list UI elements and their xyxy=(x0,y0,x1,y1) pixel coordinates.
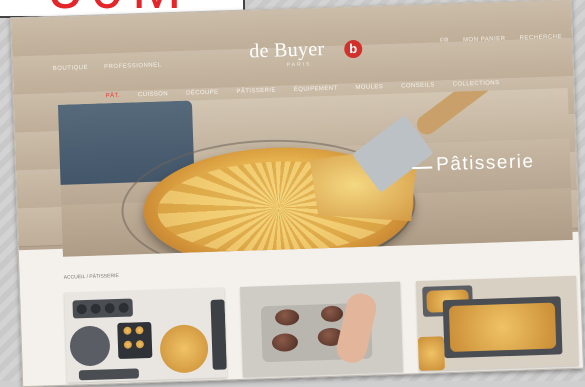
nav-item-0[interactable]: PÂT. xyxy=(106,93,120,99)
top-link-cart[interactable]: MON PANIER xyxy=(463,36,506,43)
logo-subtitle: PARIS xyxy=(286,61,312,69)
hero-banner[interactable]: Pâtisserie xyxy=(57,87,573,257)
nav-item-6[interactable]: CONSEILS xyxy=(401,82,435,89)
website-screenshot: BOUTIQUE PROFESSIONNEL de Buyer b PARIS … xyxy=(10,0,584,387)
nav-item-2[interactable]: DÉCOUPE xyxy=(186,90,219,97)
top-link-professionnel[interactable]: PROFESSIONNEL xyxy=(104,62,162,70)
nav-item-5[interactable]: MOULES xyxy=(355,84,383,91)
category-tiles xyxy=(64,275,579,383)
top-link-boutique[interactable]: BOUTIQUE xyxy=(53,65,89,72)
tile-chocolat[interactable] xyxy=(240,281,403,377)
top-link-language[interactable]: FR xyxy=(440,38,449,44)
banner-title: Pâtisserie xyxy=(435,151,535,176)
top-link-search[interactable]: RECHERCHE xyxy=(519,34,562,41)
logo-badge-icon: b xyxy=(343,39,363,59)
breadcrumb[interactable]: ACCUEIL / PÂTISSERIE xyxy=(64,273,119,281)
tile-moules[interactable] xyxy=(64,287,228,383)
site-logo[interactable]: de Buyer xyxy=(249,38,325,63)
nav-item-1[interactable]: CUISSON xyxy=(138,91,168,98)
tile-tartes[interactable] xyxy=(415,275,579,372)
